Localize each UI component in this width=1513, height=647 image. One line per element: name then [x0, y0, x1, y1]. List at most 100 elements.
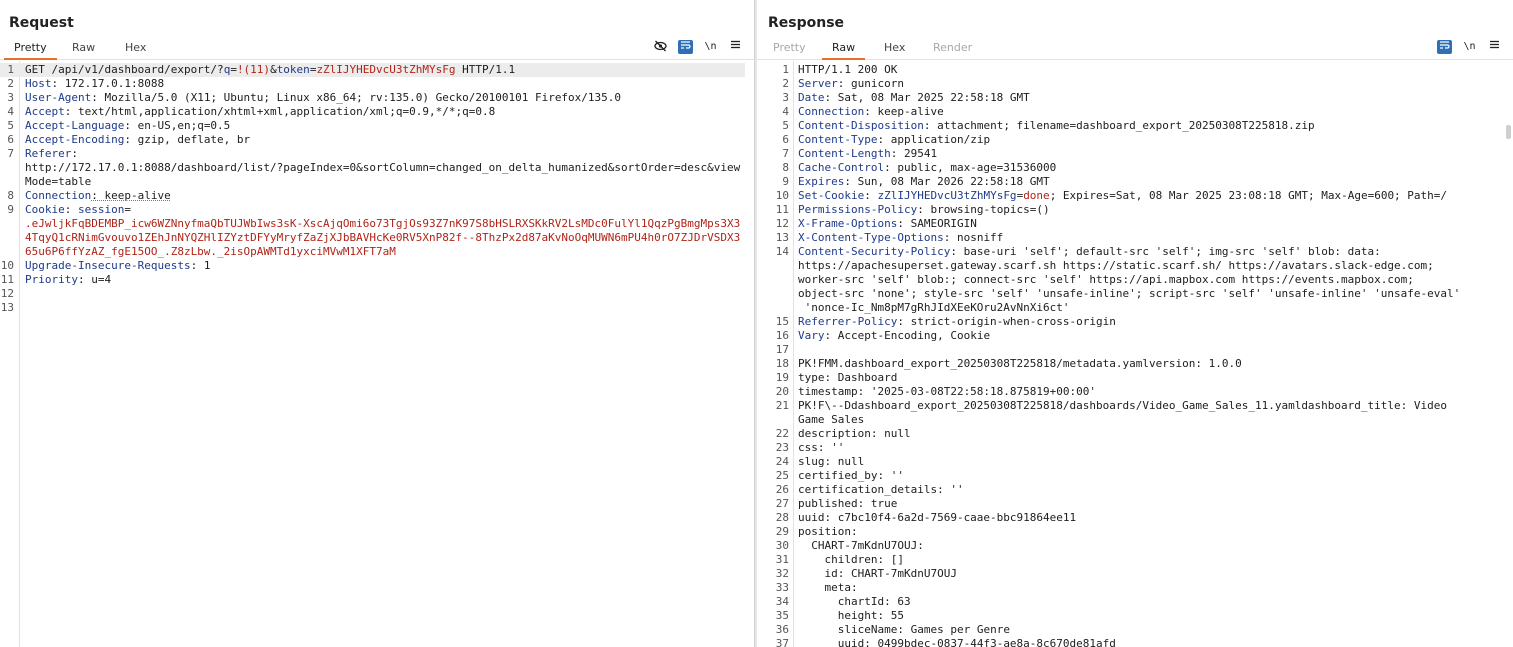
response-line[interactable]: 22 description: null	[757, 427, 1505, 441]
response-line[interactable]: 28 uuid: c7bc10f4-6a2d-7569-caae-bbc91864…	[757, 511, 1505, 525]
request-line[interactable]: 9 Cookie: session= .eJwljkFqBDEMBP_icw6WZ…	[0, 203, 745, 259]
response-line[interactable]: 33 meta:	[757, 581, 1505, 595]
line-number: 13	[0, 301, 14, 314]
response-line[interactable]: 31 children: []	[757, 553, 1505, 567]
code-text: published: true	[798, 497, 898, 510]
request-menu-button[interactable]	[728, 40, 743, 54]
newline-icon[interactable]: \n	[1462, 40, 1477, 54]
newline-icon[interactable]: \n	[703, 40, 718, 54]
response-line[interactable]: 10 Set-Cookie: zZlIJYHEDvcU3tZhMYsFg=done…	[757, 189, 1505, 203]
response-editor[interactable]: 1 HTTP/1.1 200 OK 2 Server: gunicorn 3 Date: …	[757, 61, 1513, 647]
line-number: 2	[782, 77, 789, 90]
response-line[interactable]: 6 Content-Type: application/zip	[757, 133, 1505, 147]
response-line[interactable]: 26 certification_details: ''	[757, 483, 1505, 497]
response-wrap-button[interactable]	[1437, 40, 1452, 54]
response-line[interactable]: 23 css: ''	[757, 441, 1505, 455]
code-text: PK!F\--Ddashboard_export_20250308T225818…	[798, 399, 1448, 426]
code-text: : Mozilla/5.0 (X11; Ubuntu; Linux x86_64…	[91, 91, 622, 104]
response-line[interactable]: 25 certified_by: ''	[757, 469, 1505, 483]
response-line[interactable]: 5 Content-Disposition: attachment; filena…	[757, 119, 1505, 133]
response-line[interactable]: 2 Server: gunicorn	[757, 77, 1505, 91]
line-number: 28	[775, 511, 789, 524]
line-number: 34	[775, 595, 789, 608]
request-tab-hex[interactable]: Hex	[125, 41, 146, 58]
request-line[interactable]: 6 Accept-Encoding: gzip, deflate, br	[0, 133, 745, 147]
response-line[interactable]: 37 uuid: 0499bdec-0837-44f3-ae8a-8c670de…	[757, 637, 1505, 647]
response-line[interactable]: 35 height: 55	[757, 609, 1505, 623]
line-number: 37	[775, 637, 789, 647]
code-text: : text/html,application/xhtml+xml,applic…	[64, 105, 496, 118]
header-name: Cookie	[25, 203, 65, 216]
line-number: 9	[782, 175, 789, 188]
header-name: Date	[798, 91, 825, 104]
response-line[interactable]: 14 Content-Security-Policy: base-uri 'sel…	[757, 245, 1505, 315]
code-text: HTTP/1.1	[455, 63, 516, 76]
response-line[interactable]: 34 chartId: 63	[757, 595, 1505, 609]
response-line[interactable]: 21 PK!F\--Ddashboard_export_20250308T2258…	[757, 399, 1505, 427]
response-line[interactable]: 3 Date: Sat, 08 Mar 2025 22:58:18 GMT	[757, 91, 1505, 105]
response-line[interactable]: 11 Permissions-Policy: browsing-topics=()	[757, 203, 1505, 217]
response-line[interactable]: 24 slug: null	[757, 455, 1505, 469]
line-number: 10	[775, 189, 789, 202]
response-tab-hex[interactable]: Hex	[884, 41, 905, 58]
request-code[interactable]: 1 GET /api/v1/dashboard/export/?q=!(11)&t…	[0, 63, 745, 315]
response-line[interactable]: 15 Referrer-Policy: strict-origin-when-cr…	[757, 315, 1505, 329]
request-editor[interactable]: 1 GET /api/v1/dashboard/export/?q=!(11)&t…	[0, 61, 755, 647]
response-line[interactable]: 20 timestamp: '2025-03-08T22:58:18.875819…	[757, 385, 1505, 399]
code-text: =	[124, 203, 131, 216]
response-line[interactable]: 29 position:	[757, 525, 1505, 539]
request-tab-raw[interactable]: Raw	[72, 41, 95, 58]
request-line[interactable]: 5 Accept-Language: en-US,en;q=0.5	[0, 119, 745, 133]
hide-nonprintable-button[interactable]	[653, 40, 668, 54]
response-line[interactable]: 18 PK!FMM.dashboard_export_20250308T22581…	[757, 357, 1505, 371]
response-scrollbar[interactable]	[1506, 125, 1511, 139]
code-text: css: ''	[798, 441, 845, 454]
response-line[interactable]: 16 Vary: Accept-Encoding, Cookie	[757, 329, 1505, 343]
response-line[interactable]: 30 CHART-7mKdnU7OUJ:	[757, 539, 1505, 553]
line-number: 8	[7, 189, 14, 202]
header-name: Referer	[25, 147, 72, 160]
response-tab-raw[interactable]: Raw	[821, 41, 866, 60]
response-line[interactable]: 19 type: Dashboard	[757, 371, 1505, 385]
request-line[interactable]: 2 Host: 172.17.0.1:8088	[0, 77, 745, 91]
request-line[interactable]: 8 Connection: keep-alive	[0, 189, 745, 203]
header-name: Content-Length	[798, 147, 891, 160]
response-line[interactable]: 32 id: CHART-7mKdnU7OUJ	[757, 567, 1505, 581]
response-line[interactable]: 8 Cache-Control: public, max-age=31536000	[757, 161, 1505, 175]
code-text: !(11)	[236, 63, 271, 76]
response-line[interactable]: 12 X-Frame-Options: SAMEORIGIN	[757, 217, 1505, 231]
request-line[interactable]: 4 Accept: text/html,application/xhtml+xml…	[0, 105, 745, 119]
request-pane: Request Pretty Raw Hex \n 1 GET /api/v1/d…	[0, 0, 755, 647]
request-line[interactable]: 12​	[0, 287, 745, 301]
response-line[interactable]: 4 Connection: keep-alive	[757, 105, 1505, 119]
response-line[interactable]: 13 X-Content-Type-Options: nosniff	[757, 231, 1505, 245]
response-line[interactable]: 36 sliceName: Games per Genre	[757, 623, 1505, 637]
request-tabs: Pretty Raw Hex	[0, 38, 755, 60]
header-name: Content-Disposition	[798, 119, 924, 132]
request-line[interactable]: 11 Priority: u=4	[0, 273, 745, 287]
response-line[interactable]: 1 HTTP/1.1 200 OK	[757, 63, 1505, 77]
request-line[interactable]: 3 User-Agent: Mozilla/5.0 (X11; Ubuntu; L…	[0, 91, 745, 105]
request-line[interactable]: 1 GET /api/v1/dashboard/export/?q=!(11)&t…	[0, 63, 745, 77]
line-number: 11	[0, 273, 14, 286]
response-tab-render[interactable]: Render	[933, 41, 972, 58]
response-menu-button[interactable]	[1487, 40, 1502, 54]
response-code[interactable]: 1 HTTP/1.1 200 OK 2 Server: gunicorn 3 Date: …	[757, 63, 1505, 647]
line-number: 6	[7, 133, 14, 146]
response-line[interactable]: 17​	[757, 343, 1505, 357]
request-line[interactable]: 10 Upgrade-Insecure-Requests: 1	[0, 259, 745, 273]
code-text: : strict-origin-when-cross-origin	[897, 315, 1116, 328]
request-wrap-button[interactable]	[678, 40, 693, 54]
request-line[interactable]: 13​	[0, 301, 745, 315]
request-tab-pretty[interactable]: Pretty	[4, 41, 57, 60]
response-line[interactable]: 7 Content-Length: 29541	[757, 147, 1505, 161]
line-number: 13	[775, 231, 789, 244]
request-line[interactable]: 7 Referer: http://172.17.0.1:8088/dashboa…	[0, 147, 745, 189]
code-text: timestamp: '2025-03-08T22:58:18.875819+0…	[798, 385, 1097, 398]
code-text: certification_details: ''	[798, 483, 964, 496]
line-number: 6	[782, 133, 789, 146]
response-tab-pretty[interactable]: Pretty	[773, 41, 806, 58]
response-line[interactable]: 27 published: true	[757, 497, 1505, 511]
response-line[interactable]: 9 Expires: Sun, 08 Mar 2026 22:58:18 GMT	[757, 175, 1505, 189]
code-text: PK!FMM.dashboard_export_20250308T225818/…	[798, 357, 1242, 370]
